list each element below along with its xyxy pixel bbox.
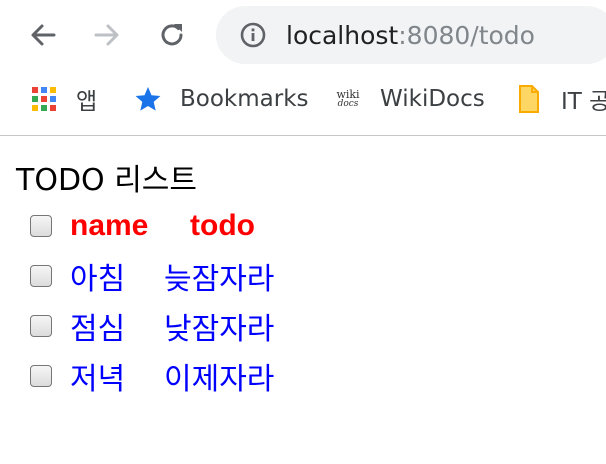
reload-icon [161,24,183,46]
todo-checkbox[interactable] [30,265,52,287]
todo-name: 저녁 [70,362,126,397]
todo-text: 이제자라 [164,362,275,397]
bookmark-label: 앱 [76,89,98,115]
browser-chrome: localhost:8080/todo 앱 Bookmarks wiki doc… [0,0,606,136]
arrow-left-icon [31,24,56,46]
bookmark-bookmarks[interactable]: Bookmarks [134,70,309,128]
todo-row: 점심 낮잠자라 [30,304,274,348]
page-title: TODO 리스트 [16,163,197,198]
todo-checkbox[interactable] [30,365,52,387]
star-icon [134,85,162,113]
bookmark-label: IT 공 [561,89,606,115]
todo-name: 아침 [70,262,126,297]
bookmark-it-folder[interactable]: IT 공 [517,70,606,128]
arrow-right-icon [94,24,119,46]
todo-text: 늦잠자라 [164,262,275,297]
url-host: localhost [286,20,399,50]
bookmark-wikidocs[interactable]: wiki docs WikiDocs [333,70,485,128]
header-todo: todo [190,209,255,242]
todo-text: 낮잠자라 [164,312,275,347]
todo-row: 저녁 이제자라 [30,354,274,398]
address-bar[interactable]: localhost:8080/todo [216,6,606,64]
apps-grid-icon [30,85,58,113]
page-content: TODO 리스트 name todo 아침 늦잠자라 점심 낮잠자라 저녁 이제… [0,137,606,464]
info-icon[interactable] [238,20,268,50]
bookmarks-bar: 앱 Bookmarks wiki docs WikiDocs IT 공 [0,70,606,128]
todo-name: 점심 [70,312,126,347]
todo-row: 아침 늦잠자라 [30,254,274,298]
bookmark-label: Bookmarks [180,86,309,112]
url-path: :8080/todo [398,20,535,50]
wikidocs-icon: wiki docs [333,85,363,113]
back-button[interactable] [21,13,65,57]
bookmark-label: WikiDocs [380,86,485,112]
todo-checkbox[interactable] [30,315,52,337]
browser-toolbar: localhost:8080/todo [0,0,606,70]
forward-button[interactable] [85,13,129,57]
url-text: localhost:8080/todo [286,21,535,50]
folder-icon [517,84,541,114]
reload-button[interactable] [150,13,194,57]
header-checkbox[interactable] [30,215,52,237]
todo-header-row: name todo [30,204,255,248]
bookmark-apps[interactable]: 앱 [30,70,97,128]
wikidocs-icon-text-bottom: docs [337,99,359,109]
header-name: name [70,209,149,242]
